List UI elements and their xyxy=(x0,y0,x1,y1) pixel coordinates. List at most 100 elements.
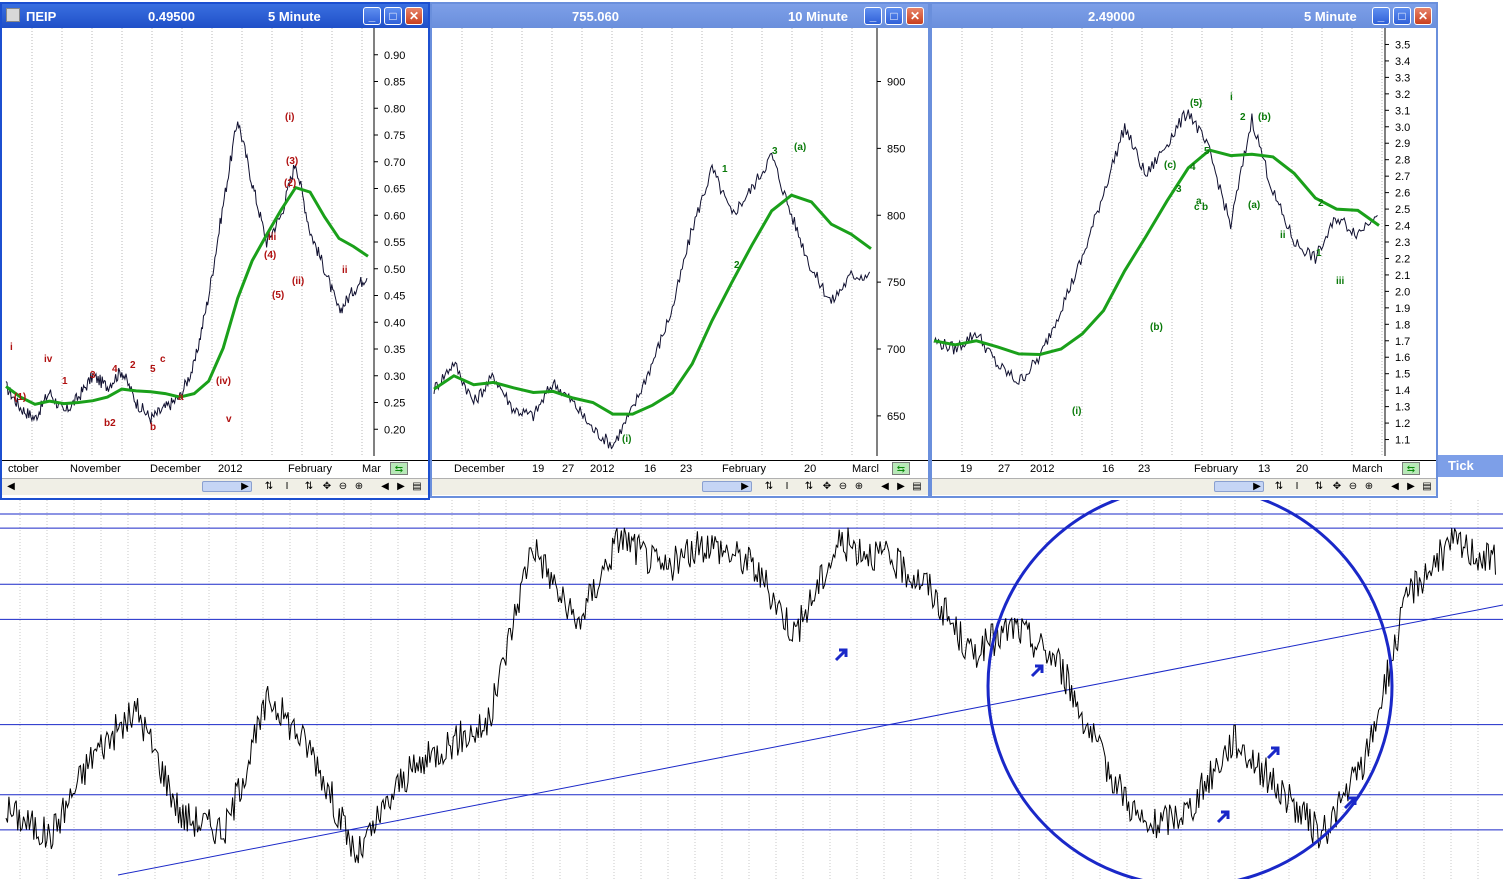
scroll-right-icon[interactable]: ▶ xyxy=(238,480,252,493)
tick-chart[interactable] xyxy=(0,500,1503,879)
wave-label: iv xyxy=(44,354,53,365)
x-tick-label: November xyxy=(70,463,121,475)
wave-label: (b) xyxy=(1150,322,1163,333)
zoom-in-icon[interactable]: ⊕ xyxy=(352,480,366,493)
y-tick-label: 700 xyxy=(887,344,905,356)
prev-icon[interactable]: ◀ xyxy=(378,480,392,493)
y-tick-label: 0.80 xyxy=(384,103,405,115)
maximize-button[interactable]: □ xyxy=(885,7,903,25)
chart-window-index[interactable]: 755.060 10 Minute _ □ ✕ 900 850 800 750 700 6… xyxy=(430,2,930,498)
close-button[interactable]: ✕ xyxy=(1414,7,1432,25)
cursor-icon[interactable]: I xyxy=(280,480,294,493)
cycle-icon[interactable]: ⇅ xyxy=(262,480,276,493)
x-tick-label: 23 xyxy=(680,463,693,475)
wave-label: 5 xyxy=(1204,146,1210,157)
price-series-line xyxy=(933,109,1378,385)
y-tick-label: 1.3 xyxy=(1395,402,1410,414)
x-axis-scale-icon[interactable]: ⇆ xyxy=(390,462,408,475)
cursor-icon[interactable]: I xyxy=(1290,480,1304,493)
app-icon[interactable] xyxy=(6,8,20,22)
zoom-out-icon[interactable]: ⊖ xyxy=(1346,480,1360,493)
chart-window-peir[interactable]: ΠΕΙΡ 0.49500 5 Minute _ □ ✕ 0.90 0.85 0.80… xyxy=(0,2,430,500)
tick-series-line xyxy=(5,527,1496,864)
x-tick-label: 2012 xyxy=(218,463,243,475)
move-icon[interactable]: ✥ xyxy=(320,480,334,493)
y-tick-label: 800 xyxy=(887,210,905,222)
x-tick-label: Mar xyxy=(362,463,381,475)
move-icon[interactable]: ✥ xyxy=(1330,480,1344,493)
y-tick-label: 0.20 xyxy=(384,424,405,436)
chart-window-third[interactable]: 2.49000 5 Minute _ □ ✕ 3.5 3.4 3.3 3.2 3.1 3.… xyxy=(930,2,1438,498)
wave-label: (5) xyxy=(1190,98,1202,109)
zoom-in-icon[interactable]: ⊕ xyxy=(852,480,866,493)
maximize-button[interactable]: □ xyxy=(1393,7,1411,25)
wave-label: (1) xyxy=(14,392,26,403)
wave-label: 2 xyxy=(734,260,740,271)
x-tick-label: December xyxy=(150,463,201,475)
wave-label: 3 xyxy=(772,146,778,157)
cycle-icon[interactable]: ⇅ xyxy=(762,480,776,493)
x-tick-label: February xyxy=(288,463,333,475)
y-tick-label: 2.2 xyxy=(1395,253,1410,265)
next-icon[interactable]: ▶ xyxy=(394,480,408,493)
menu-icon[interactable]: ▤ xyxy=(1420,480,1434,493)
wave-label: (4) xyxy=(264,250,276,261)
x-tick-label: 2012 xyxy=(590,463,615,475)
scrollbar[interactable]: ▶ ⇅ I ⇅ ✥ ⊖ ⊕ ◀ ▶ ▤ xyxy=(932,478,1436,495)
y-tick-label: 0.30 xyxy=(384,371,405,383)
y-tick-label: 2.6 xyxy=(1395,188,1410,200)
prev-icon[interactable]: ◀ xyxy=(878,480,892,493)
wave-label: 1 xyxy=(62,376,68,387)
cycle-icon[interactable]: ⇅ xyxy=(1272,480,1286,493)
title-bar[interactable]: 2.49000 5 Minute _ □ ✕ xyxy=(932,4,1436,28)
scroll-right-icon[interactable]: ▶ xyxy=(1250,480,1264,493)
scrollbar[interactable]: ▶ ⇅ I ⇅ ✥ ⊖ ⊕ ◀ ▶ ▤ xyxy=(432,478,928,495)
y-tick-label: 0.90 xyxy=(384,50,405,62)
close-button[interactable]: ✕ xyxy=(906,7,924,25)
y-tick-label: 0.45 xyxy=(384,291,405,303)
interval-label: 5 Minute xyxy=(1304,9,1357,24)
price-chart[interactable]: 3.5 3.4 3.3 3.2 3.1 3.0 2.9 2.8 2.7 2.6 2.5 2.4 2.3 2… xyxy=(932,28,1436,456)
cursor-icon[interactable]: I xyxy=(780,480,794,493)
minimize-button[interactable]: _ xyxy=(363,7,381,25)
y-tick-label: 2.0 xyxy=(1395,286,1410,298)
close-button[interactable]: ✕ xyxy=(405,7,423,25)
vertical-move-icon[interactable]: ⇅ xyxy=(302,480,316,493)
price-label: 0.49500 xyxy=(148,9,195,24)
vertical-move-icon[interactable]: ⇅ xyxy=(1312,480,1326,493)
next-icon[interactable]: ▶ xyxy=(1404,480,1418,493)
wave-label: (b) xyxy=(1258,112,1271,123)
title-bar[interactable]: 755.060 10 Minute _ □ ✕ xyxy=(432,4,928,28)
x-axis-scale-icon[interactable]: ⇆ xyxy=(892,462,910,475)
minimize-button[interactable]: _ xyxy=(864,7,882,25)
next-icon[interactable]: ▶ xyxy=(894,480,908,493)
y-tick-label: 2.3 xyxy=(1395,237,1410,249)
price-chart[interactable]: 900 850 800 750 700 650 (a) (i) 1 2 3 xyxy=(432,28,928,456)
moving-average-line xyxy=(5,185,369,406)
y-tick-label: 1.8 xyxy=(1395,319,1410,331)
title-bar[interactable]: ΠΕΙΡ 0.49500 5 Minute _ □ ✕ xyxy=(2,4,428,28)
vertical-move-icon[interactable]: ⇅ xyxy=(802,480,816,493)
x-tick-label: 23 xyxy=(1138,463,1151,475)
wave-label: ii xyxy=(342,265,348,276)
y-tick-label: 0.85 xyxy=(384,77,405,89)
maximize-button[interactable]: □ xyxy=(384,7,402,25)
y-tick-label: 2.1 xyxy=(1395,270,1410,282)
zoom-out-icon[interactable]: ⊖ xyxy=(336,480,350,493)
move-icon[interactable]: ✥ xyxy=(820,480,834,493)
x-tick-label: February xyxy=(1194,463,1239,475)
prev-icon[interactable]: ◀ xyxy=(1388,480,1402,493)
zoom-out-icon[interactable]: ⊖ xyxy=(836,480,850,493)
x-axis-scale-icon[interactable]: ⇆ xyxy=(1402,462,1420,475)
menu-icon[interactable]: ▤ xyxy=(910,480,924,493)
minimize-button[interactable]: _ xyxy=(1372,7,1390,25)
scroll-right-icon[interactable]: ▶ xyxy=(738,480,752,493)
tick-chart-title[interactable]: Tick xyxy=(1438,455,1503,477)
zoom-in-icon[interactable]: ⊕ xyxy=(1362,480,1376,493)
scroll-left-icon[interactable]: ◀ xyxy=(4,480,18,493)
scrollbar[interactable]: ◀ ▶ ⇅ I ⇅ ✥ ⊖ ⊕ ◀ ▶ ▤ xyxy=(2,478,428,495)
symbol-label: ΠΕΙΡ xyxy=(26,9,57,24)
price-chart[interactable]: 0.90 0.85 0.80 0.75 0.70 0.65 0.60 0.55 0.50 0.45… xyxy=(2,28,428,456)
y-tick-label: 0.35 xyxy=(384,344,405,356)
menu-icon[interactable]: ▤ xyxy=(410,480,424,493)
